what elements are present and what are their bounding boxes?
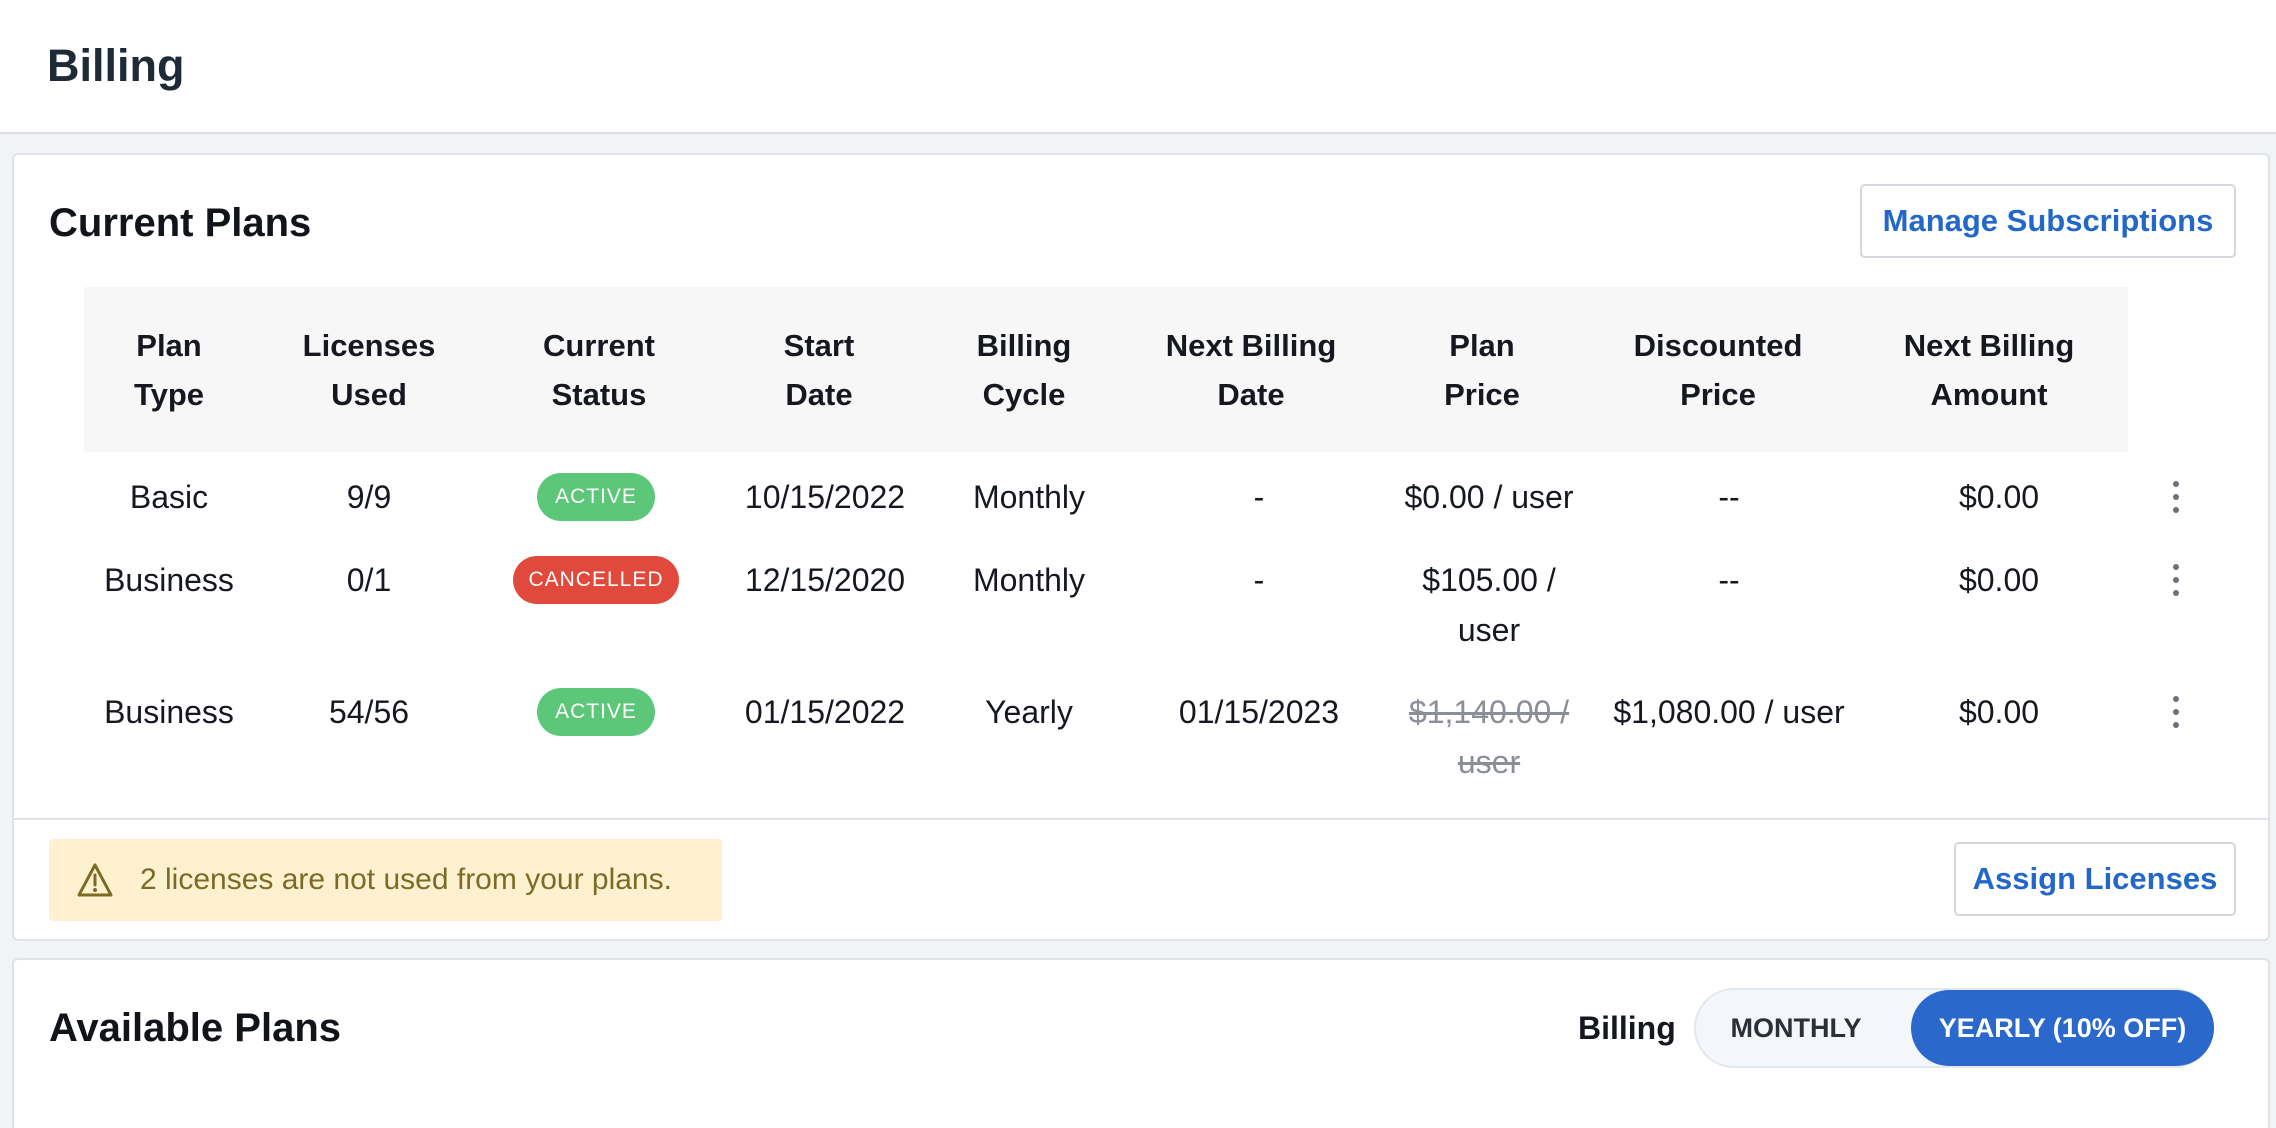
header-start-date: Start Date — [783, 327, 855, 412]
cell-discounted-price: -- — [1718, 479, 1740, 515]
cell-plan-type: Business — [104, 694, 234, 730]
cell-next-billing-amount: $0.00 — [1958, 694, 2040, 730]
cell-discounted-price: $1,080.00 / user — [1613, 694, 1845, 730]
row-menu-icon[interactable] — [2166, 692, 2186, 732]
cell-next-billing-amount: $0.00 — [1958, 479, 2040, 515]
top-bar: Billing — [0, 0, 2276, 134]
cell-start-date: 10/15/2022 — [744, 479, 906, 515]
assign-licenses-button[interactable]: Assign Licenses — [1954, 842, 2236, 916]
header-discounted-price: Discounted Price — [1633, 327, 1803, 412]
cell-start-date: 01/15/2022 — [744, 694, 906, 730]
header-next-billing-date: Next Billing Date — [1165, 327, 1337, 412]
cell-billing-cycle: Monthly — [972, 479, 1086, 515]
cell-plan-price: $1,140.00 /user — [1408, 694, 1570, 780]
header-billing-cycle: Billing Cycle — [976, 327, 1072, 412]
cell-next-billing-date: - — [1253, 562, 1265, 598]
unused-licenses-warning: 2 licenses are not used from your plans. — [49, 839, 722, 921]
status-badge: ACTIVE — [537, 473, 655, 521]
cell-plan-price: $105.00 /user — [1422, 562, 1556, 648]
cell-discounted-price: -- — [1718, 562, 1740, 598]
section-divider — [14, 818, 2268, 820]
cell-billing-cycle: Yearly — [985, 694, 1073, 730]
cell-licenses: 0/1 — [346, 562, 392, 598]
toggle-option-monthly[interactable]: MONTHLY — [1696, 990, 1896, 1066]
header-plan-price: Plan Price — [1444, 327, 1520, 412]
page-title: Billing — [47, 40, 185, 91]
row-menu-icon[interactable] — [2166, 477, 2186, 517]
available-plans-card: Available Plans Billing MONTHLY YEARLY (… — [12, 958, 2270, 1128]
header-next-billing-amount: Next Billing Amount — [1903, 327, 2075, 412]
cell-plan-price: $0.00 / user — [1404, 479, 1574, 515]
cell-start-date: 12/15/2020 — [744, 562, 906, 598]
status-badge: ACTIVE — [537, 688, 655, 736]
cell-next-billing-date: 01/15/2023 — [1178, 694, 1340, 730]
current-plans-title: Current Plans — [49, 201, 312, 245]
warning-text: 2 licenses are not used from your plans. — [140, 863, 672, 896]
manage-subscriptions-button[interactable]: Manage Subscriptions — [1860, 184, 2236, 258]
cell-licenses: 54/56 — [328, 694, 410, 730]
row-menu-icon[interactable] — [2166, 560, 2186, 600]
header-current-status: Current Status — [543, 327, 655, 412]
cell-billing-cycle: Monthly — [972, 562, 1086, 598]
cell-plan-type: Basic — [129, 479, 209, 515]
cell-licenses: 9/9 — [346, 479, 392, 515]
cell-next-billing-amount: $0.00 — [1958, 562, 2040, 598]
toggle-option-yearly[interactable]: YEARLY (10% OFF) — [1911, 990, 2214, 1066]
warning-icon — [77, 863, 113, 897]
header-licenses-used: Licenses Used — [302, 327, 436, 412]
available-plans-title: Available Plans — [49, 1006, 341, 1050]
cell-next-billing-date: - — [1253, 479, 1265, 515]
billing-toggle-label: Billing — [1578, 1010, 1676, 1046]
billing-cycle-toggle: MONTHLY YEARLY (10% OFF) — [1694, 988, 2214, 1068]
plans-table-header: Plan Type Licenses Used Current Status Star… — [84, 287, 2128, 452]
cell-plan-type: Business — [104, 562, 234, 598]
header-plan-type: Plan Type — [133, 327, 205, 412]
current-plans-card: Current Plans Manage Subscriptions Plan T… — [12, 153, 2270, 941]
status-badge: CANCELLED — [513, 556, 679, 604]
